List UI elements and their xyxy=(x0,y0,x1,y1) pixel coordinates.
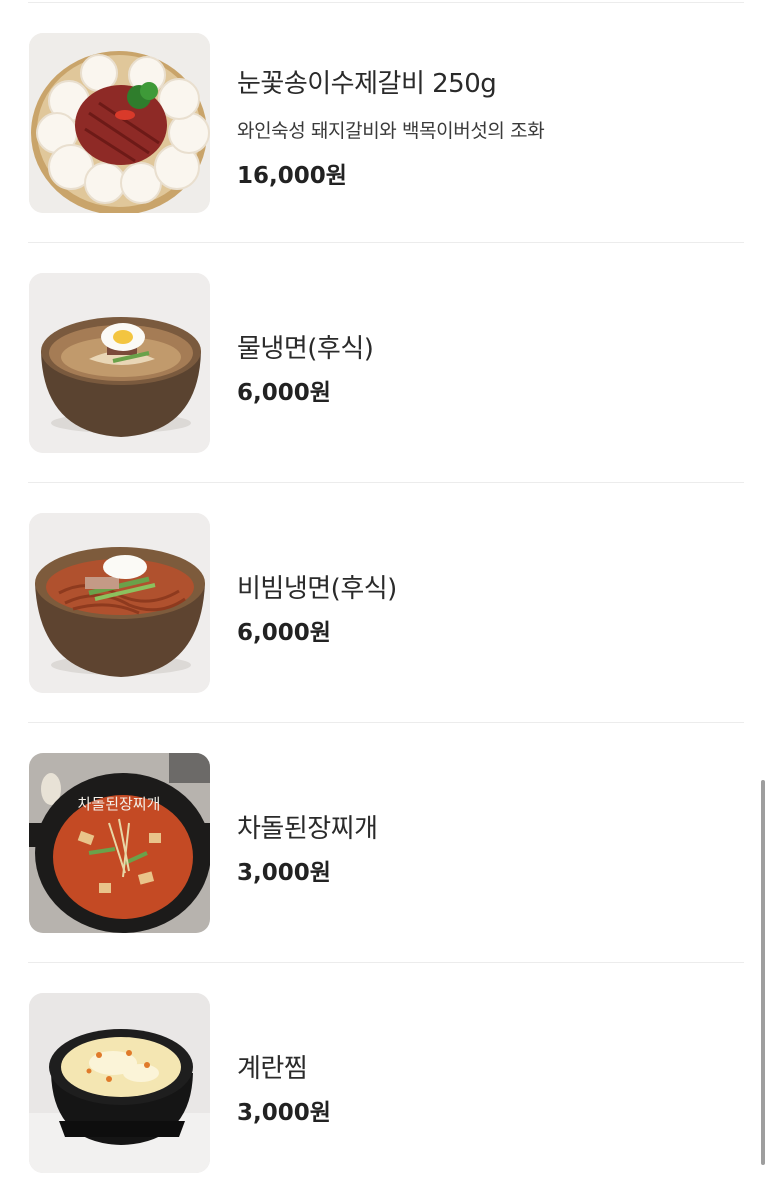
doenjang-jjigae-photo[interactable]: 차돌된장찌개 xyxy=(29,753,210,933)
menu-list-page: 눈꽃송이수제갈비 250g 와인숙성 돼지갈비와 백목이버섯의 조화 16,00… xyxy=(0,0,773,1196)
item-price: 16,000원 xyxy=(237,163,347,189)
menu-item-gyeran-jjim[interactable]: 계란찜 3,000원 xyxy=(0,993,773,1196)
item-price: 6,000원 xyxy=(237,620,331,646)
item-price: 3,000원 xyxy=(237,1100,331,1126)
galbi-photo[interactable] xyxy=(29,33,210,213)
item-name: 비빔냉면(후식) xyxy=(237,574,397,604)
divider xyxy=(28,2,744,3)
gyeran-jjim-photo[interactable] xyxy=(29,993,210,1173)
menu-item-galbi[interactable]: 눈꽃송이수제갈비 250g 와인숙성 돼지갈비와 백목이버섯의 조화 16,00… xyxy=(0,33,773,273)
bibim-naengmyeon-photo[interactable] xyxy=(29,513,210,693)
scrollbar[interactable] xyxy=(761,780,765,1165)
menu-item-bibim-naengmyeon[interactable]: 비빔냉면(후식) 6,000원 xyxy=(0,513,773,753)
item-name: 차돌된장찌개 xyxy=(237,814,378,844)
item-name: 물냉면(후식) xyxy=(237,334,374,364)
divider xyxy=(28,482,744,483)
mul-naengmyeon-photo[interactable] xyxy=(29,273,210,453)
item-name: 눈꽃송이수제갈비 250g xyxy=(237,69,497,99)
menu-item-doenjang-jjigae[interactable]: 차돌된장찌개 차돌된장찌개 3,000원 xyxy=(0,753,773,993)
photo-caption: 차돌된장찌개 xyxy=(78,795,161,813)
item-price: 3,000원 xyxy=(237,860,331,886)
divider xyxy=(28,242,744,243)
divider xyxy=(28,962,744,963)
item-name: 계란찜 xyxy=(237,1054,308,1084)
item-price: 6,000원 xyxy=(237,380,331,406)
menu-item-mul-naengmyeon[interactable]: 물냉면(후식) 6,000원 xyxy=(0,273,773,513)
divider xyxy=(28,722,744,723)
item-description: 와인숙성 돼지갈비와 백목이버섯의 조화 xyxy=(237,120,545,142)
